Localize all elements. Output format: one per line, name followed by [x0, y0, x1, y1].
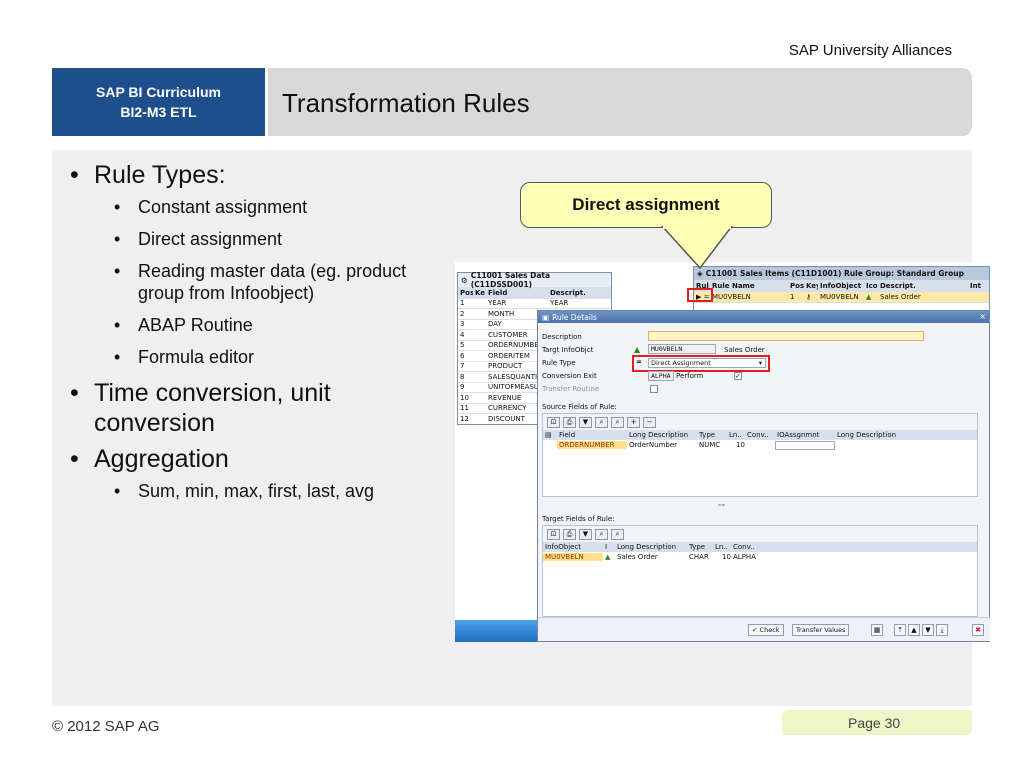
cancel-icon[interactable]: ✖ [972, 624, 984, 636]
source-fields-grid: ⊡ ⎙ ▼ ⌕ ⌕ + − ▤ Field Long Description T… [542, 413, 978, 497]
source-grid-header: ▤ Field Long Description Type Ln.. Conv.… [543, 430, 977, 440]
target-grid-header: InfoObject I Long Description Type Ln.. … [543, 542, 977, 552]
characteristic-icon: ▲ [605, 553, 611, 561]
description-label: Description [542, 333, 582, 341]
last-page-icon[interactable]: ⤓ [936, 624, 948, 636]
target-fields-heading: Target Fields of Rule: [542, 515, 615, 523]
perform-label: Perform [676, 372, 704, 380]
target-toolbar: ⊡ ⎙ ▼ ⌕ ⌕ [543, 526, 977, 542]
rule-details-dialog: ▣ Rule Details × Description Targt InfoO… [537, 310, 990, 642]
infocube-icon: ◈ [697, 269, 703, 278]
source-fields-heading: Source Fields of Rule: [542, 403, 617, 411]
sap-screenshot: ⚙C11001 Sales Data (C11DSSD001) Posi Ke … [455, 262, 990, 642]
characteristic-icon: ▲ [634, 345, 641, 354]
transfer-routine-checkbox[interactable] [650, 385, 658, 393]
details-icon[interactable]: ⊡ [547, 416, 560, 428]
sub-bullet: • Sum, min, max, first, last, avg [114, 481, 375, 501]
key-icon: ⚷ [806, 293, 812, 301]
delete-icon[interactable]: − [643, 416, 656, 428]
conversion-exit-field: ALPHA [648, 371, 674, 381]
sub-bullet: • Reading master data (eg. product group … [114, 261, 407, 303]
sub-bullet: • ABAP Routine [114, 315, 253, 335]
bullet-aggregation: • Aggregation [70, 445, 229, 473]
select-all-icon[interactable]: ▤ [543, 431, 557, 439]
bullet-time-conversion: • Time conversion, unit conversion [70, 379, 331, 437]
rule-type-select[interactable]: Direct Assignment ▾ [648, 358, 766, 368]
grid-icon[interactable]: ▦ [871, 624, 883, 636]
print-icon[interactable]: ⎙ [563, 416, 576, 428]
target-infoobject-desc: Sales Order [724, 346, 765, 354]
transfer-values-button[interactable]: Transfer Values [792, 624, 850, 636]
conversion-exit-label: Conversion Exit [542, 372, 597, 380]
target-infoobject-field: MU0VBELN [648, 344, 716, 354]
transfer-routine-label: Transfer Routine [542, 385, 600, 393]
aggregation-list: • Sum, min, max, first, last, avg [70, 480, 450, 502]
chevron-down-icon: ▾ [758, 359, 762, 367]
insert-icon[interactable]: + [627, 416, 640, 428]
dialog-footer: ✔ Check Transfer Values ▦ ⤒ ▲ ▼ ⤓ ✖ [538, 617, 990, 641]
characteristic-icon: ▲ [866, 293, 872, 301]
find-icon[interactable]: ⌕ [595, 528, 608, 540]
rule-type-symbol: = [636, 358, 642, 366]
find-next-icon[interactable]: ⌕ [611, 528, 624, 540]
find-next-icon[interactable]: ⌕ [611, 416, 624, 428]
splitter-handle[interactable]: ⊶ [718, 501, 725, 509]
checkmark-icon: ✔ [752, 626, 758, 634]
page-title: Transformation Rules [282, 88, 530, 118]
print-icon[interactable]: ⎙ [563, 528, 576, 540]
details-icon[interactable]: ⊡ [547, 528, 560, 540]
check-button[interactable]: ✔ Check [748, 624, 784, 636]
datasource-icon: ⚙ [461, 275, 468, 285]
callout-direct-assignment: Direct assignment [520, 182, 772, 228]
bullet-list: • Rule Types: • Constant assignment • Direc… [70, 160, 450, 512]
target-infoobject-label: Targt InfoObjct [542, 346, 594, 354]
ioassignment-input[interactable] [775, 440, 835, 450]
filter-icon[interactable]: ▼ [579, 528, 592, 540]
target-table: ◈ C11001 Sales Items (C11D1001) Rule Grou… [693, 266, 990, 314]
callout-tail [660, 226, 733, 270]
source-toolbar: ⊡ ⎙ ▼ ⌕ ⌕ + − [543, 414, 977, 430]
rule-type-list: • Constant assignment • Direct assignment … [70, 196, 450, 368]
target-table-header: Rul Rule Name Posi Key InfoObject Icor D… [694, 280, 989, 291]
table-row[interactable]: ▶ = MU0VBELN 1 ⚷ MU0VBELN ▲ Sales Order [694, 291, 989, 302]
bullet-rule-types: • Rule Types: [70, 161, 226, 189]
page-up-icon[interactable]: ▲ [908, 624, 920, 636]
table-row[interactable]: ORDERNUMBER OrderNumber NUMC 10 [543, 440, 977, 450]
dialog-icon: ▣ [542, 312, 550, 322]
table-row[interactable]: MU0VBELN ▲ Sales Order CHAR 10 ALPHA [543, 552, 977, 562]
filter-icon[interactable]: ▼ [579, 416, 592, 428]
description-input[interactable] [648, 331, 924, 341]
copyright: © 2012 SAP AG [52, 718, 160, 735]
table-row[interactable]: 1 YEAR YEAR [458, 297, 611, 309]
first-page-icon[interactable]: ⤒ [894, 624, 906, 636]
window-strip [455, 620, 537, 642]
sub-bullet: • Direct assignment [114, 229, 283, 249]
rule-type-label: Rule Type [542, 359, 576, 367]
org-name: SAP University Alliances [788, 42, 952, 59]
source-table-title: ⚙ C11001 Sales Data (C11DSSD001) [458, 271, 611, 289]
close-icon[interactable]: × [979, 312, 986, 321]
sub-bullet: • Formula editor [114, 347, 255, 367]
perform-checkbox[interactable]: ✓ [734, 372, 742, 380]
dialog-titlebar: ▣ Rule Details [538, 311, 989, 323]
curriculum-line1: SAP BI Curriculum [96, 84, 221, 100]
curriculum-box: SAP BI Curriculum BI2-M3 ETL [52, 68, 268, 136]
highlight-box [687, 288, 713, 302]
page-down-icon[interactable]: ▼ [922, 624, 934, 636]
curriculum-line2: BI2-M3 ETL [120, 104, 197, 120]
source-table-header: Posi Ke Field Descript. [458, 287, 611, 298]
page-number: Page 30 [848, 715, 901, 731]
find-icon[interactable]: ⌕ [595, 416, 608, 428]
sub-bullet: • Constant assignment [114, 197, 308, 217]
target-fields-grid: ⊡ ⎙ ▼ ⌕ ⌕ InfoObject I Long Description … [542, 525, 978, 617]
